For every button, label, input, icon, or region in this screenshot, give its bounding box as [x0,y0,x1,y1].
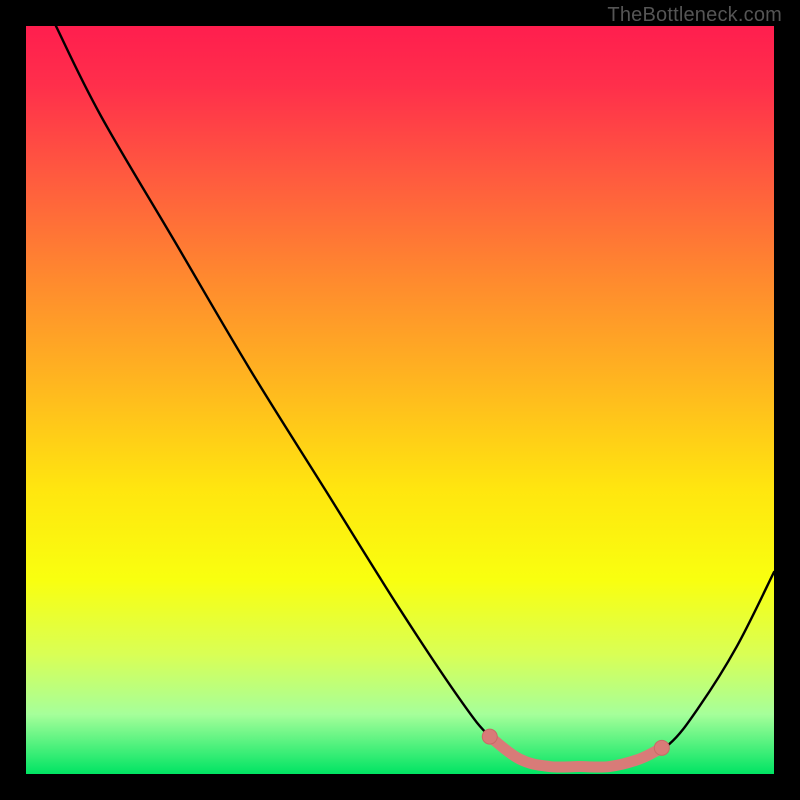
curve-layer [26,26,774,774]
plot-area [26,26,774,774]
chart-stage: TheBottleneck.com [0,0,800,800]
bottleneck-curve-line [56,26,774,767]
highlight-end-dot [654,740,669,755]
attribution-text: TheBottleneck.com [607,4,782,27]
highlight-start-dot [482,729,497,744]
optimal-range-highlight [490,737,662,768]
